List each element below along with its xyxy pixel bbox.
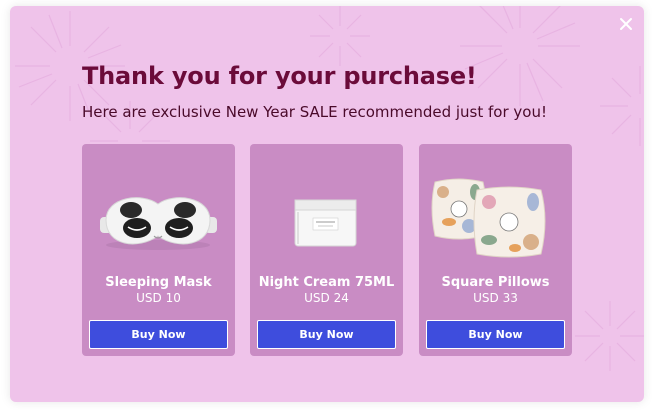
product-card-night-cream: Night Cream 75ML USD 24 Buy Now <box>250 144 403 356</box>
product-price: USD 33 <box>473 291 518 305</box>
popup-title: Thank you for your purchase! <box>82 62 477 90</box>
product-name: Square Pillows <box>441 275 550 290</box>
product-name: Night Cream 75ML <box>258 275 395 290</box>
product-price: USD 10 <box>136 291 181 305</box>
buy-now-button-square-pillows[interactable]: Buy Now <box>426 320 565 349</box>
product-name: Sleeping Mask <box>105 275 212 290</box>
square-pillows-image <box>431 178 546 258</box>
buy-now-button-night-cream[interactable]: Buy Now <box>257 320 396 349</box>
popup-subtitle: Here are exclusive New Year SALE recomme… <box>82 103 547 121</box>
product-price: USD 24 <box>304 291 349 305</box>
night-cream-jar-image <box>294 199 357 247</box>
close-icon[interactable] <box>616 14 636 34</box>
product-card-sleeping-mask: Sleeping Mask USD 10 Buy Now <box>82 144 235 356</box>
buy-now-button-sleeping-mask[interactable]: Buy Now <box>89 320 228 349</box>
product-card-square-pillows: Square Pillows USD 33 Buy Now <box>419 144 572 356</box>
sleeping-mask-image <box>100 197 217 250</box>
purchase-popup: Thank you for your purchase! Here are ex… <box>10 6 644 402</box>
